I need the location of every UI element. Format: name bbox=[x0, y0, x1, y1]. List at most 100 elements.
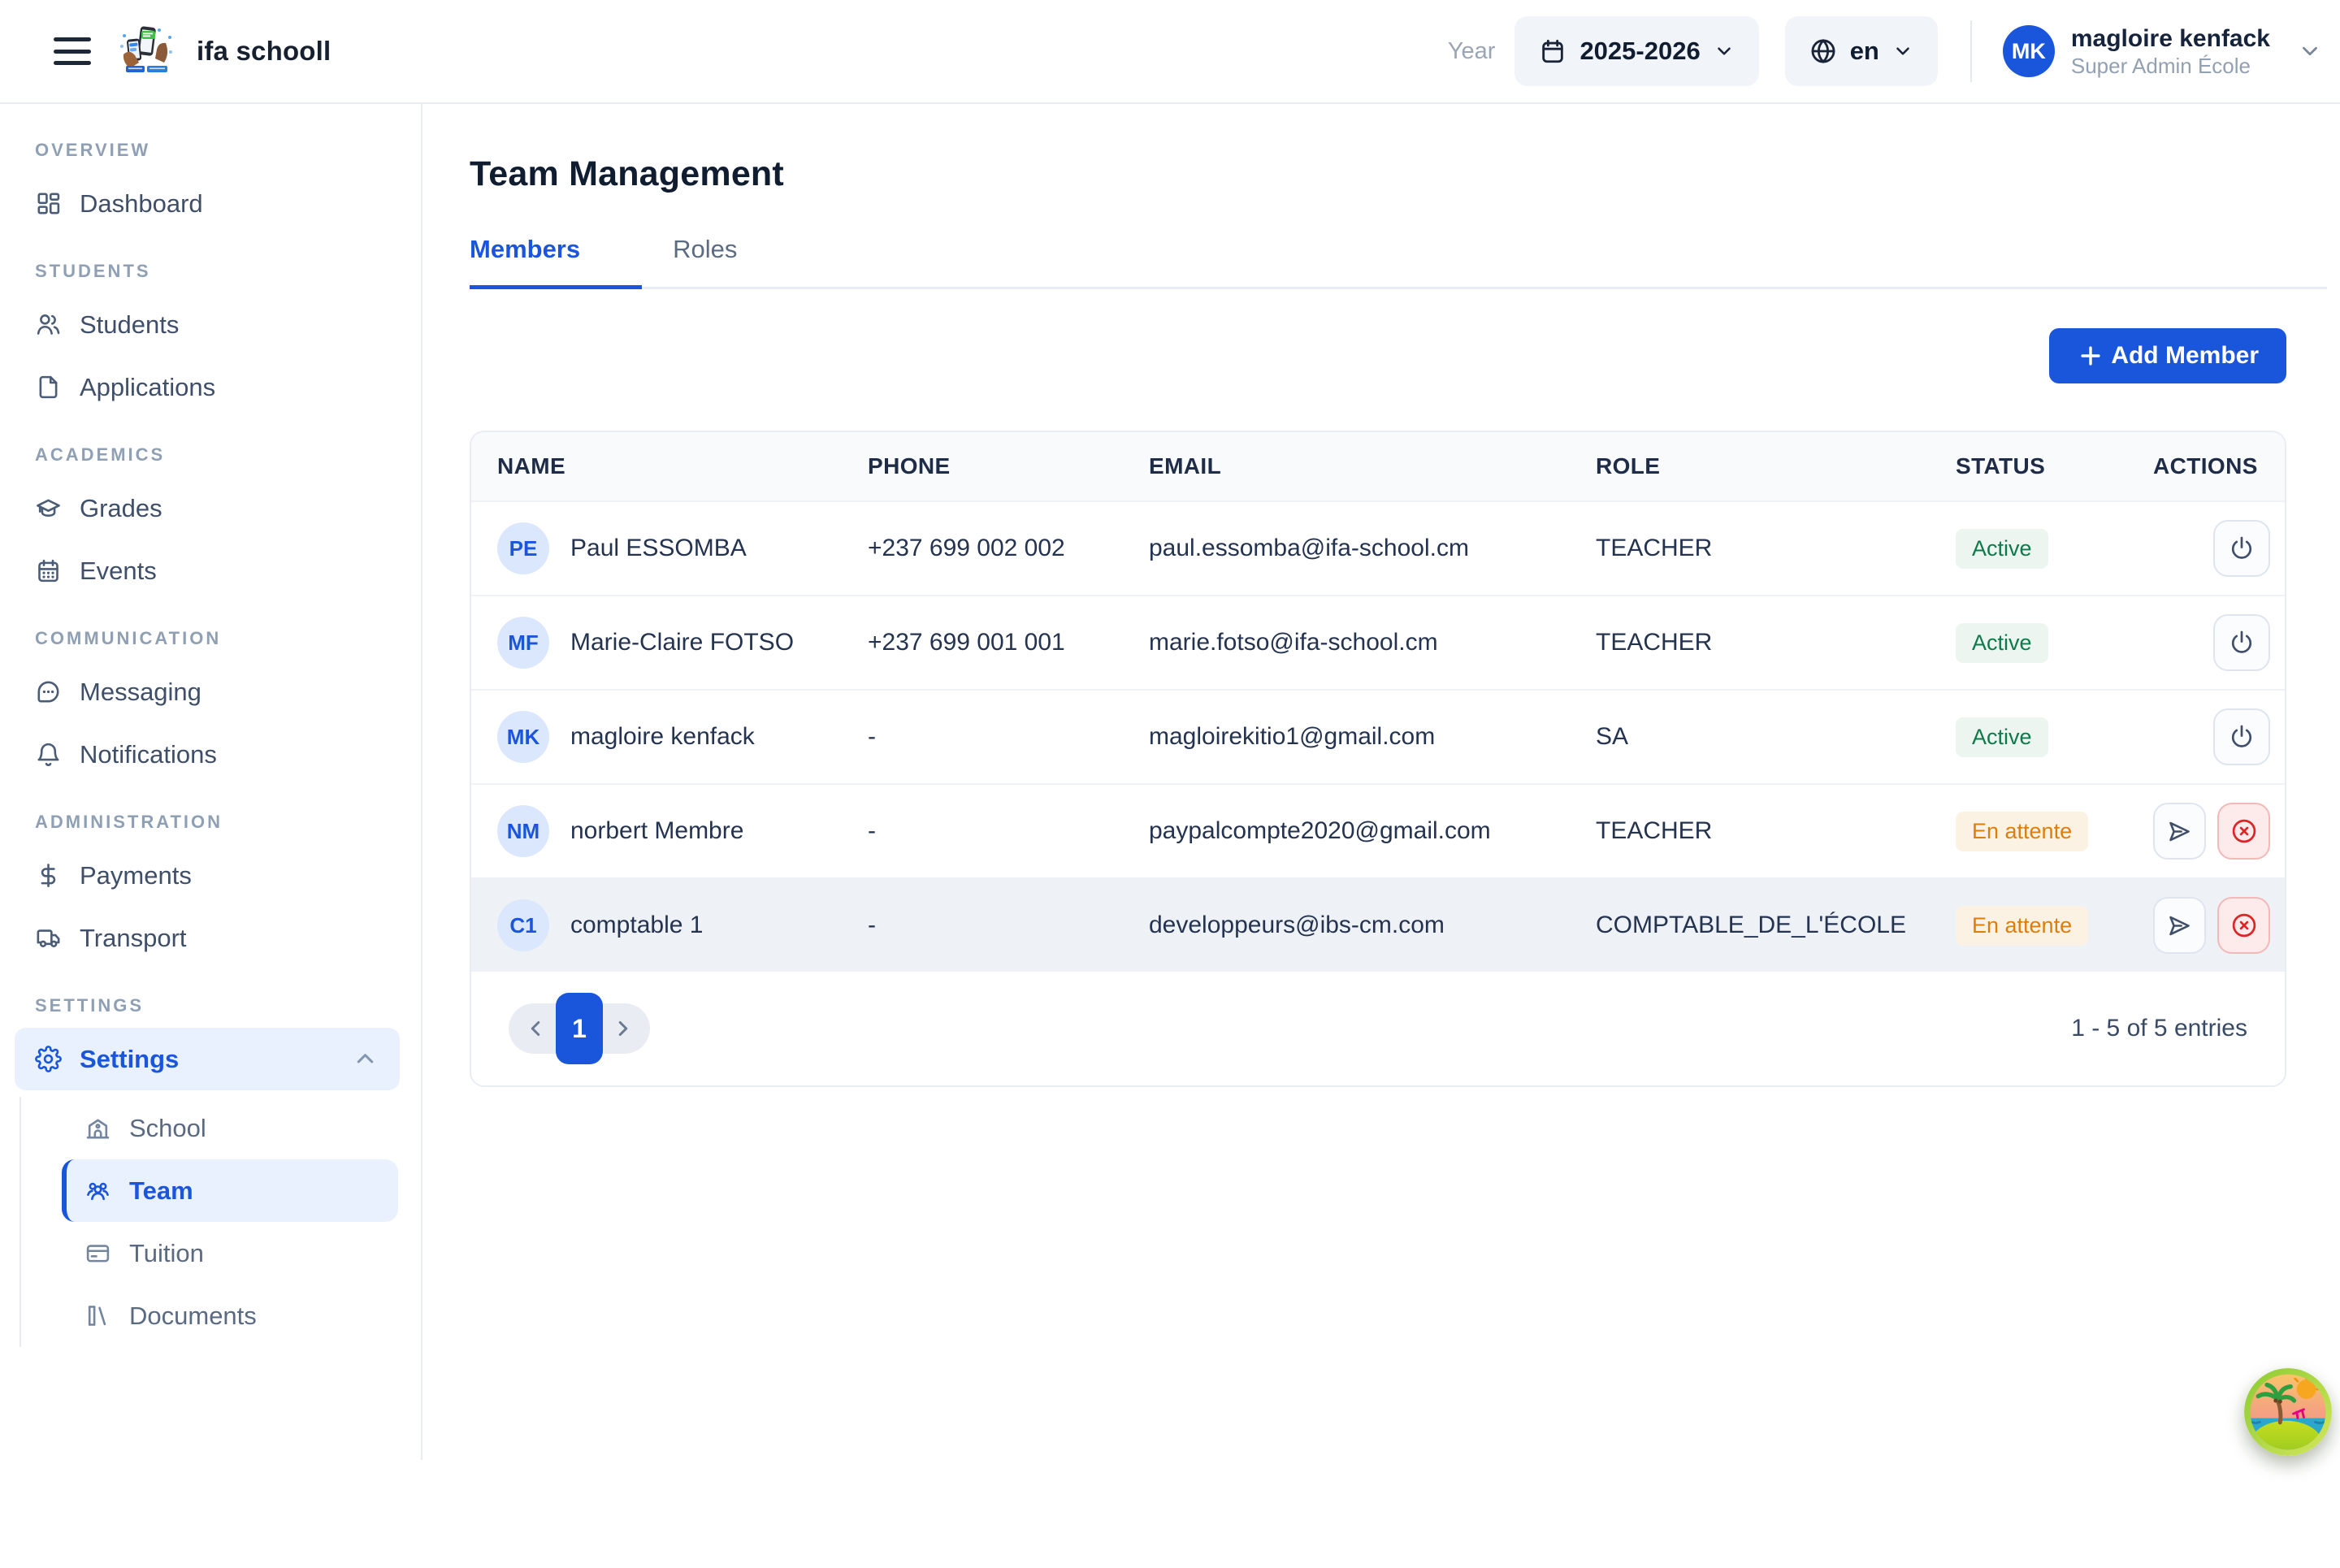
sidebar-item-notifications[interactable]: Notifications bbox=[0, 723, 421, 786]
menu-icon[interactable] bbox=[54, 37, 91, 65]
sidebar-section-label: STUDENTS bbox=[35, 261, 421, 282]
add-member-button[interactable]: Add Member bbox=[2049, 328, 2286, 383]
power-button[interactable] bbox=[2213, 520, 2270, 577]
cell-actions bbox=[2153, 803, 2270, 860]
grades-icon bbox=[35, 495, 62, 522]
members-table-card: NAMEPHONEEMAILROLESTATUSACTIONS PEPaul E… bbox=[470, 431, 2286, 1087]
sidebar-item-label: School bbox=[129, 1114, 206, 1143]
prev-page-button[interactable] bbox=[515, 1003, 556, 1054]
sidebar-section-administration: ADMINISTRATION Payments Transport bbox=[0, 812, 421, 969]
sidebar-item-settings[interactable]: Settings bbox=[15, 1028, 400, 1090]
next-page-button[interactable] bbox=[603, 1003, 644, 1054]
cell-name: MF Marie-Claire FOTSO bbox=[497, 617, 868, 669]
cell-phone: - bbox=[868, 912, 1149, 939]
sidebar-item-label: Payments bbox=[80, 861, 192, 890]
sidebar-item-events[interactable]: Events bbox=[0, 539, 421, 602]
table-row: MKmagloire kenfack-magloirekitio1@gmail.… bbox=[471, 689, 2285, 783]
column-header-status: STATUS bbox=[1956, 453, 2153, 479]
floating-brand-badge[interactable] bbox=[2244, 1368, 2332, 1456]
resend-button[interactable] bbox=[2153, 803, 2206, 860]
resend-button[interactable] bbox=[2153, 897, 2206, 954]
member-name: norbert Membre bbox=[570, 817, 743, 845]
power-button[interactable] bbox=[2213, 708, 2270, 765]
tab-members[interactable]: Members bbox=[470, 235, 642, 289]
sidebar-item-label: Grades bbox=[80, 494, 162, 523]
status-badge: Active bbox=[1956, 717, 2048, 757]
avatar: MK bbox=[2003, 25, 2055, 77]
status-badge: En attente bbox=[1956, 906, 2088, 946]
power-icon bbox=[2228, 723, 2256, 751]
table-footer: 1 1 - 5 of 5 entries bbox=[471, 972, 2285, 1085]
school-icon bbox=[84, 1115, 111, 1141]
page-1-button[interactable]: 1 bbox=[556, 993, 603, 1064]
sidebar-item-messaging[interactable]: Messaging bbox=[0, 661, 421, 723]
tab-roles[interactable]: Roles bbox=[673, 235, 737, 289]
cell-role: TEACHER bbox=[1596, 817, 1956, 845]
sidebar-section-label: ADMINISTRATION bbox=[35, 812, 421, 833]
sidebar-item-label: Settings bbox=[80, 1045, 179, 1074]
applications-icon bbox=[35, 374, 62, 401]
cell-phone: +237 699 002 002 bbox=[868, 535, 1149, 562]
sidebar-item-payments[interactable]: Payments bbox=[0, 844, 421, 907]
pagination: 1 bbox=[509, 1003, 650, 1054]
sidebar-section-academics: ACADEMICS Grades Events bbox=[0, 444, 421, 602]
sidebar-section-settings: SETTINGSSettingsSchoolTeamTuitionDocumen… bbox=[0, 995, 421, 1347]
documents-icon bbox=[84, 1302, 111, 1329]
sidebar-item-tuition[interactable]: Tuition bbox=[62, 1222, 421, 1284]
status-badge: Active bbox=[1956, 529, 2048, 569]
sidebar-item-team[interactable]: Team bbox=[62, 1159, 398, 1222]
member-name: Marie-Claire FOTSO bbox=[570, 629, 794, 656]
chevron-down-icon bbox=[1892, 41, 1913, 62]
cell-email: magloirekitio1@gmail.com bbox=[1149, 723, 1596, 751]
sidebar-section-label: COMMUNICATION bbox=[35, 628, 421, 649]
table-row: PEPaul ESSOMBA+237 699 002 002paul.essom… bbox=[471, 500, 2285, 595]
cell-name: MKmagloire kenfack bbox=[497, 711, 868, 763]
cell-name: NM norbert Membre bbox=[497, 805, 868, 857]
send-icon bbox=[2166, 912, 2193, 939]
cell-role: SA bbox=[1596, 723, 1956, 751]
sidebar-item-transport[interactable]: Transport bbox=[0, 907, 421, 969]
sidebar-item-documents[interactable]: Documents bbox=[62, 1284, 421, 1347]
cell-phone: +237 699 001 001 bbox=[868, 629, 1149, 656]
year-selector[interactable]: 2025-2026 bbox=[1514, 16, 1758, 86]
user-menu[interactable]: MK magloire kenfack Super Admin École bbox=[2003, 24, 2322, 78]
cancel-button[interactable] bbox=[2217, 897, 2270, 954]
cell-name: C1 comptable 1 bbox=[497, 899, 868, 951]
sidebar-item-dashboard[interactable]: Dashboard bbox=[0, 172, 421, 235]
calendar-icon bbox=[1539, 37, 1566, 65]
cell-email: marie.fotso@ifa-school.cm bbox=[1149, 629, 1596, 656]
column-header-email: EMAIL bbox=[1149, 453, 1596, 479]
sidebar-item-applications[interactable]: Applications bbox=[0, 356, 421, 418]
tuition-icon bbox=[84, 1240, 111, 1267]
sidebar-item-grades[interactable]: Grades bbox=[0, 477, 421, 539]
sidebar-item-label: Team bbox=[129, 1176, 193, 1206]
payments-icon bbox=[35, 862, 62, 889]
sidebar-item-label: Dashboard bbox=[80, 189, 203, 219]
entries-count: 1 - 5 of 5 entries bbox=[2071, 1015, 2247, 1042]
sidebar-item-label: Transport bbox=[80, 924, 187, 953]
settings-icon bbox=[35, 1046, 62, 1072]
cell-role: COMPTABLE_DE_L'ÉCOLE bbox=[1596, 912, 1956, 939]
chevron-down-icon bbox=[1714, 41, 1735, 62]
cell-status: Active bbox=[1956, 529, 2153, 569]
avatar: MF bbox=[497, 617, 549, 669]
member-name: comptable 1 bbox=[570, 912, 703, 939]
cell-email: paypalcompte2020@gmail.com bbox=[1149, 817, 1596, 845]
cell-status: Active bbox=[1956, 623, 2153, 663]
sidebar-item-school[interactable]: School bbox=[62, 1097, 421, 1159]
cell-status: En attente bbox=[1956, 812, 2153, 851]
power-button[interactable] bbox=[2213, 614, 2270, 671]
table-row: MF Marie-Claire FOTSO +237 699 001 001mari… bbox=[471, 595, 2285, 689]
language-selector[interactable]: en bbox=[1785, 16, 1938, 86]
cancel-button[interactable] bbox=[2217, 803, 2270, 860]
cell-actions bbox=[2153, 897, 2270, 954]
sidebar-section-label: ACADEMICS bbox=[35, 444, 421, 466]
sidebar-sub-list: School Team Tuition Documents bbox=[20, 1097, 421, 1347]
avatar: C1 bbox=[497, 899, 549, 951]
sidebar-item-students[interactable]: Students bbox=[0, 293, 421, 356]
cell-status: Active bbox=[1956, 717, 2153, 757]
sidebar-item-label: Documents bbox=[129, 1302, 257, 1331]
sidebar-section-overview: OVERVIEWDashboard bbox=[0, 140, 421, 235]
chevron-down-icon bbox=[2298, 39, 2322, 63]
avatar: NM bbox=[497, 805, 549, 857]
